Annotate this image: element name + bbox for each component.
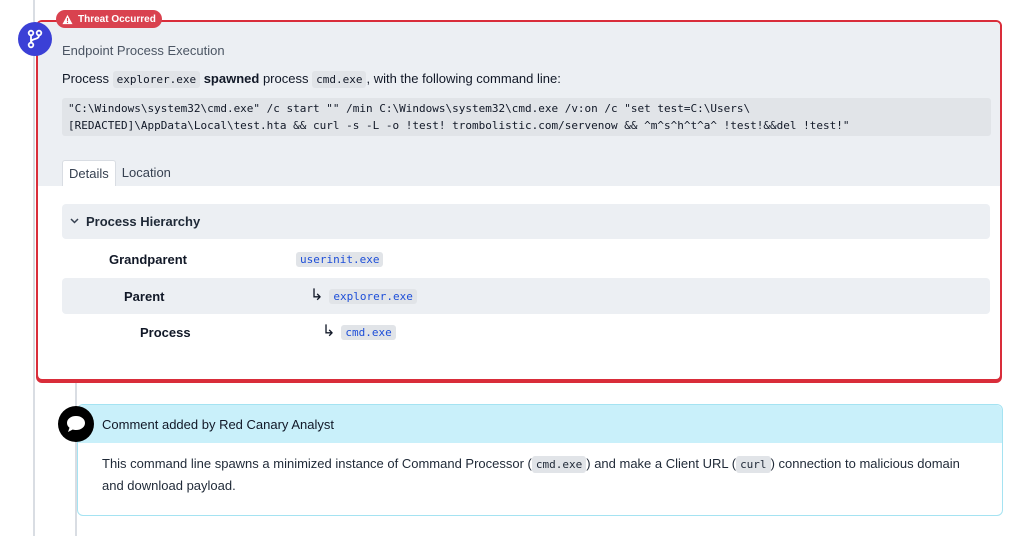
hierarchy-value: userinit.exe	[296, 251, 384, 267]
comment-code-curl: curl	[736, 456, 771, 473]
process-name[interactable]: userinit.exe	[296, 251, 384, 267]
warning-triangle-icon	[62, 14, 73, 24]
tab-location[interactable]: Location	[116, 160, 177, 186]
tab-details[interactable]: Details	[62, 160, 116, 186]
hierarchy-row-process: Process ↳ cmd.exe	[62, 314, 990, 350]
return-arrow-icon: ↳	[310, 287, 324, 304]
child-process-code: cmd.exe	[312, 71, 367, 88]
process-name[interactable]: cmd.exe	[341, 324, 396, 340]
hierarchy-value: ↳ explorer.exe	[310, 288, 417, 304]
analyst-comment-card: Comment added by Red Canary Analyst This…	[77, 404, 1003, 516]
threat-event-card: Endpoint Process Execution Process explo…	[36, 20, 1002, 381]
hierarchy-value: ↳ cmd.exe	[322, 324, 396, 340]
detail-tabs: Details Location	[62, 160, 177, 186]
return-arrow-icon: ↳	[322, 323, 336, 340]
event-description: Process explorer.exe spawned process cmd…	[62, 71, 561, 88]
command-line-1: "C:\Windows\system32\cmd.exe" /c start "…	[68, 102, 751, 115]
process-hierarchy-toggle[interactable]: Process Hierarchy	[62, 204, 990, 239]
comment-code-cmd: cmd.exe	[531, 456, 587, 473]
hierarchy-label: Parent	[124, 288, 165, 304]
event-summary: Endpoint Process Execution Process explo…	[38, 22, 1000, 186]
event-title: Endpoint Process Execution	[62, 43, 225, 58]
event-type-icon	[18, 22, 52, 56]
comment-text: This command line spawns a minimized ins…	[102, 456, 532, 471]
comment-avatar	[58, 406, 94, 442]
timeline-line	[33, 0, 35, 536]
chevron-down-icon	[62, 216, 86, 227]
comment-text: ) and make a Client URL (	[586, 456, 737, 471]
process-hierarchy-title: Process Hierarchy	[86, 214, 201, 229]
comment-header: Comment added by Red Canary Analyst	[78, 405, 1002, 443]
desc-middle: process	[262, 71, 309, 86]
desc-prefix: Process	[62, 71, 109, 86]
comment-body: This command line spawns a minimized ins…	[78, 443, 1002, 496]
hierarchy-label: Grandparent	[109, 251, 188, 267]
desc-suffix: , with the following command line:	[366, 71, 561, 86]
command-line-block[interactable]: "C:\Windows\system32\cmd.exe" /c start "…	[62, 98, 991, 136]
process-name[interactable]: explorer.exe	[329, 288, 417, 304]
hierarchy-row-parent: Parent ↳ explorer.exe	[62, 278, 990, 314]
desc-verb: spawned	[203, 71, 260, 86]
speech-bubble-icon	[67, 416, 85, 432]
branch-icon	[27, 29, 43, 49]
parent-process-code: explorer.exe	[112, 71, 201, 88]
hierarchy-label: Process	[140, 324, 191, 340]
threat-badge: Threat Occurred	[56, 10, 162, 28]
threat-badge-label: Threat Occurred	[78, 13, 156, 25]
hierarchy-row-grandparent: Grandparent userinit.exe	[62, 241, 990, 277]
command-line-2: [REDACTED]\AppData\Local\test.hta && cur…	[68, 119, 850, 132]
